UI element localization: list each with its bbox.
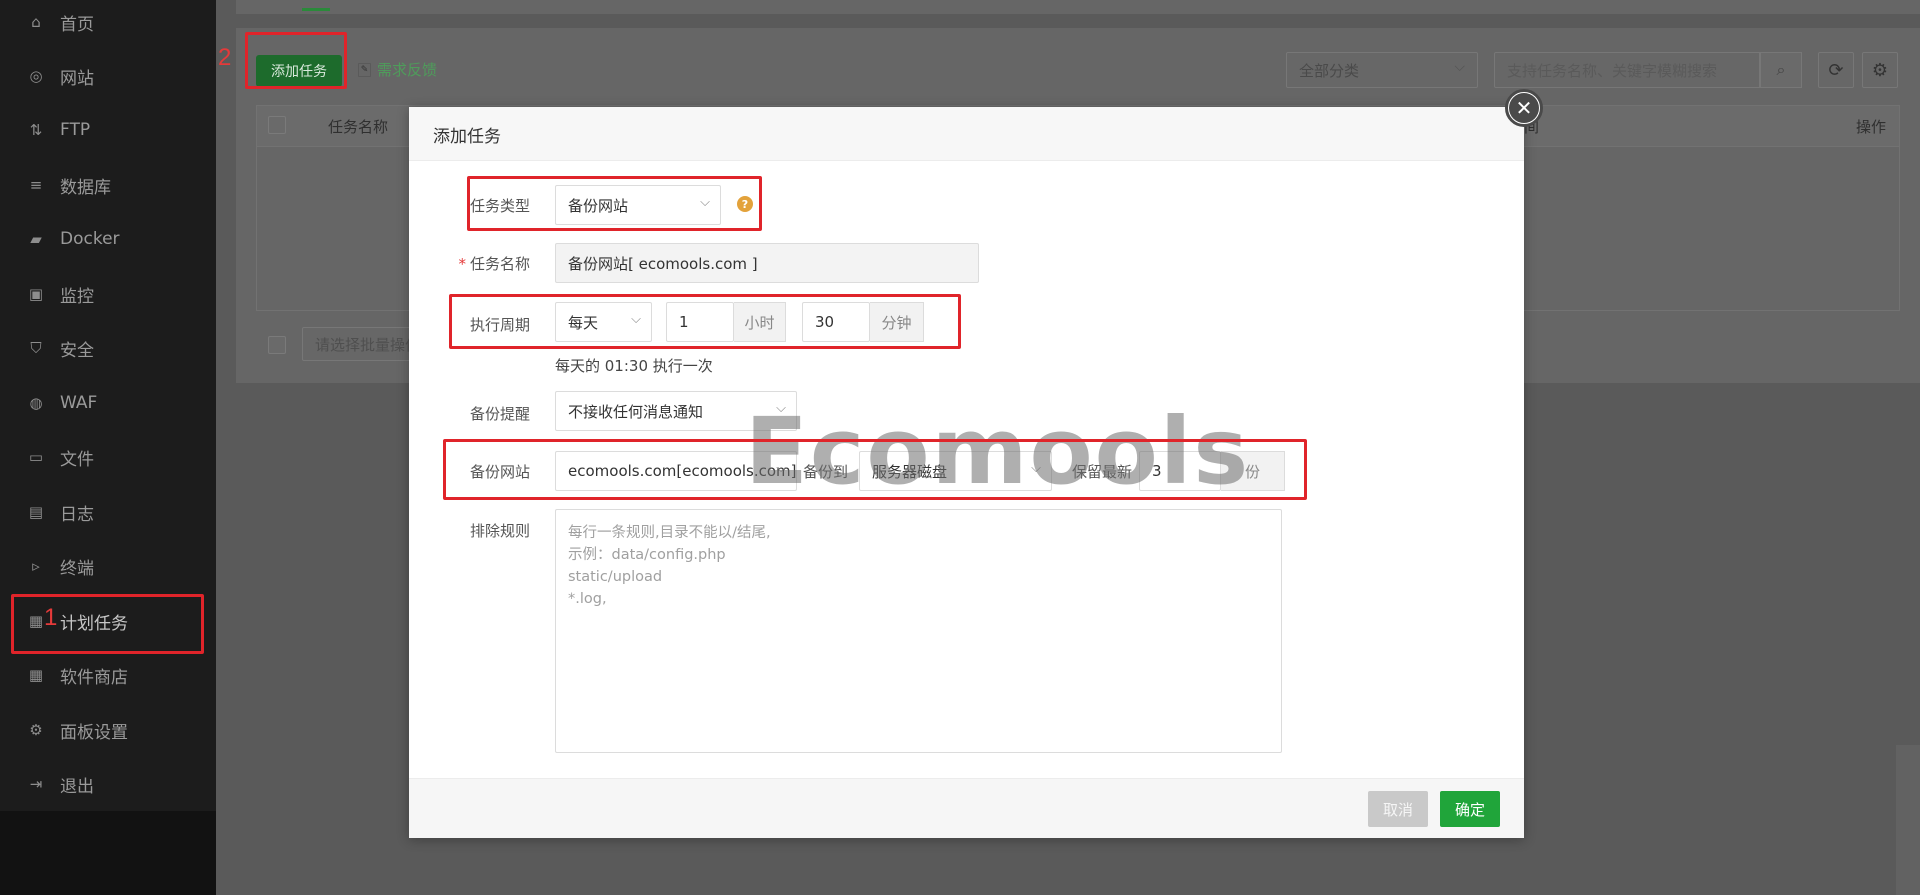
period-hint: 每天的 01:30 执行一次 <box>555 357 713 375</box>
shield-icon: ⛉ <box>30 339 42 357</box>
sidebar-item-label: 首页 <box>60 14 94 35</box>
exclude-placeholder-line: static/upload <box>568 569 663 585</box>
sidebar-item-label: FTP <box>60 120 91 140</box>
sidebar-item-label: 软件商店 <box>60 667 128 688</box>
sidebar-item-label: Docker <box>60 229 120 249</box>
sidebar-item-docker[interactable]: ▰ Docker <box>0 214 216 264</box>
sidebar-item-label: 面板设置 <box>60 722 128 743</box>
sidebar-item-label: 网站 <box>60 68 94 89</box>
modal-footer <box>409 778 1524 838</box>
select-all-checkbox[interactable] <box>268 116 286 134</box>
sidebar-item-files[interactable]: ▭ 文件 <box>0 432 216 482</box>
notify-label: 备份提醒 <box>469 405 530 423</box>
col-operation: 操作 <box>1856 118 1887 136</box>
category-select-value: 全部分类 <box>1299 61 1360 80</box>
cancel-button[interactable]: 取消 <box>1368 791 1428 827</box>
feedback-link[interactable]: ✎ 需求反馈 <box>358 59 437 80</box>
annotation-box-add-task <box>245 32 347 89</box>
close-button[interactable]: ✕ <box>1505 89 1543 127</box>
home-icon: ⌂ <box>31 13 41 31</box>
sidebar-item-logout[interactable]: ⇥ 退出 <box>0 759 216 809</box>
sidebar-item-store[interactable]: ▦ 软件商店 <box>0 650 216 700</box>
sidebar-item-label: WAF <box>60 393 98 413</box>
globe-icon: ◎ <box>29 67 43 85</box>
refresh-icon: ⟳ <box>1828 59 1844 81</box>
log-icon: ▤ <box>28 503 44 521</box>
exclude-label: 排除规则 <box>469 522 530 540</box>
sidebar-item-label: 文件 <box>60 449 94 470</box>
sidebar-item-label: 安全 <box>60 340 94 361</box>
sidebar-item-database[interactable]: ≡ 数据库 <box>0 160 216 210</box>
monitor-icon: ▣ <box>28 285 44 303</box>
sidebar-item-label: 监控 <box>60 286 94 307</box>
sidebar-item-ftp[interactable]: ⇅ FTP <box>0 105 216 155</box>
confirm-button[interactable]: 确定 <box>1440 791 1500 827</box>
close-icon: ✕ <box>1509 93 1539 123</box>
sidebar-item-security[interactable]: ⛉ 安全 <box>0 323 216 373</box>
annotation-box-cron <box>11 594 204 654</box>
modal-header: 添加任务 <box>409 107 1524 161</box>
sidebar-item-settings[interactable]: ⚙ 面板设置 <box>0 705 216 755</box>
terminal-icon: ▹ <box>32 557 40 575</box>
col-task-name: 任务名称 <box>328 118 389 136</box>
category-select[interactable]: 全部分类 ⌵ <box>1286 52 1478 88</box>
sidebar-item-label: 终端 <box>60 558 94 579</box>
task-name-label-text: 任务名称 <box>469 255 530 273</box>
batch-select[interactable]: 请选择批量操作 <box>302 327 412 361</box>
sidebar-item-monitor[interactable]: ▣ 监控 <box>0 269 216 319</box>
chevron-down-icon: ⌵ <box>776 401 786 416</box>
task-name-input[interactable]: 备份网站[ ecomools.com ] <box>555 243 979 283</box>
gear-icon: ⚙ <box>29 721 43 739</box>
annotation-box-task-type <box>467 176 762 231</box>
exclude-placeholder-line: 每行一条规则,目录不能以/结尾, <box>568 525 771 541</box>
task-name-label: * 任务名称 <box>440 253 530 274</box>
annotation-number-2: 2 <box>218 44 232 71</box>
exclude-placeholder-line: *.log, <box>568 591 607 607</box>
notify-select[interactable]: 不接收任何消息通知 ⌵ <box>555 391 797 431</box>
floating-service-tab[interactable] <box>1896 745 1920 895</box>
edit-icon: ✎ <box>358 62 371 77</box>
batch-checkbox[interactable] <box>268 336 286 354</box>
active-tab-indicator <box>302 8 330 11</box>
required-mark: * <box>458 255 466 273</box>
search-icon: ⌕ <box>1776 60 1786 79</box>
batch-placeholder: 请选择批量操作 <box>315 335 412 354</box>
settings-button[interactable]: ⚙ <box>1862 52 1898 88</box>
sidebar-item-terminal[interactable]: ▹ 终端 <box>0 541 216 591</box>
feedback-label: 需求反馈 <box>377 61 438 79</box>
sidebar-panel: ⌂ 首页 ◎ 网站 ⇅ FTP ≡ 数据库 ▰ Docker ▣ 监控 ⛉ 安全… <box>0 0 216 811</box>
gear-icon: ⚙ <box>1871 59 1889 81</box>
waf-icon: ◍ <box>29 394 43 412</box>
docker-icon: ▰ <box>30 230 42 248</box>
apps-icon: ▦ <box>28 666 44 684</box>
sidebar: ⌂ 首页 ◎ 网站 ⇅ FTP ≡ 数据库 ▰ Docker ▣ 监控 ⛉ 安全… <box>0 0 216 895</box>
sidebar-item-website[interactable]: ◎ 网站 <box>0 51 216 101</box>
annotation-box-backup-site <box>443 439 1307 500</box>
search-button[interactable]: ⌕ <box>1760 52 1802 88</box>
modal-title: 添加任务 <box>433 127 501 147</box>
folder-icon: ▭ <box>28 448 44 466</box>
database-icon: ≡ <box>29 176 43 194</box>
tab-bar <box>236 0 1920 14</box>
search-placeholder: 支持任务名称、关键字模糊搜索 <box>1507 61 1718 80</box>
notify-value: 不接收任何消息通知 <box>568 402 704 421</box>
sidebar-item-home[interactable]: ⌂ 首页 <box>0 0 216 47</box>
chevron-down-icon: ⌵ <box>1454 59 1465 75</box>
exclude-textarea[interactable]: 每行一条规则,目录不能以/结尾, 示例：data/config.php stat… <box>555 509 1282 753</box>
ftp-icon: ⇅ <box>29 121 43 139</box>
logout-icon: ⇥ <box>29 775 43 793</box>
sidebar-item-label: 数据库 <box>60 177 111 198</box>
sidebar-item-label: 日志 <box>60 504 94 525</box>
task-name-value: 备份网站[ ecomools.com ] <box>568 254 758 273</box>
exclude-placeholder-line: 示例：data/config.php <box>568 547 726 563</box>
sidebar-item-label: 退出 <box>60 776 94 797</box>
refresh-button[interactable]: ⟳ <box>1818 52 1854 88</box>
sidebar-item-waf[interactable]: ◍ WAF <box>0 378 216 428</box>
sidebar-item-logs[interactable]: ▤ 日志 <box>0 487 216 537</box>
annotation-box-period <box>449 294 961 349</box>
annotation-number-1: 1 <box>44 604 58 631</box>
search-input[interactable]: 支持任务名称、关键字模糊搜索 <box>1494 52 1760 88</box>
